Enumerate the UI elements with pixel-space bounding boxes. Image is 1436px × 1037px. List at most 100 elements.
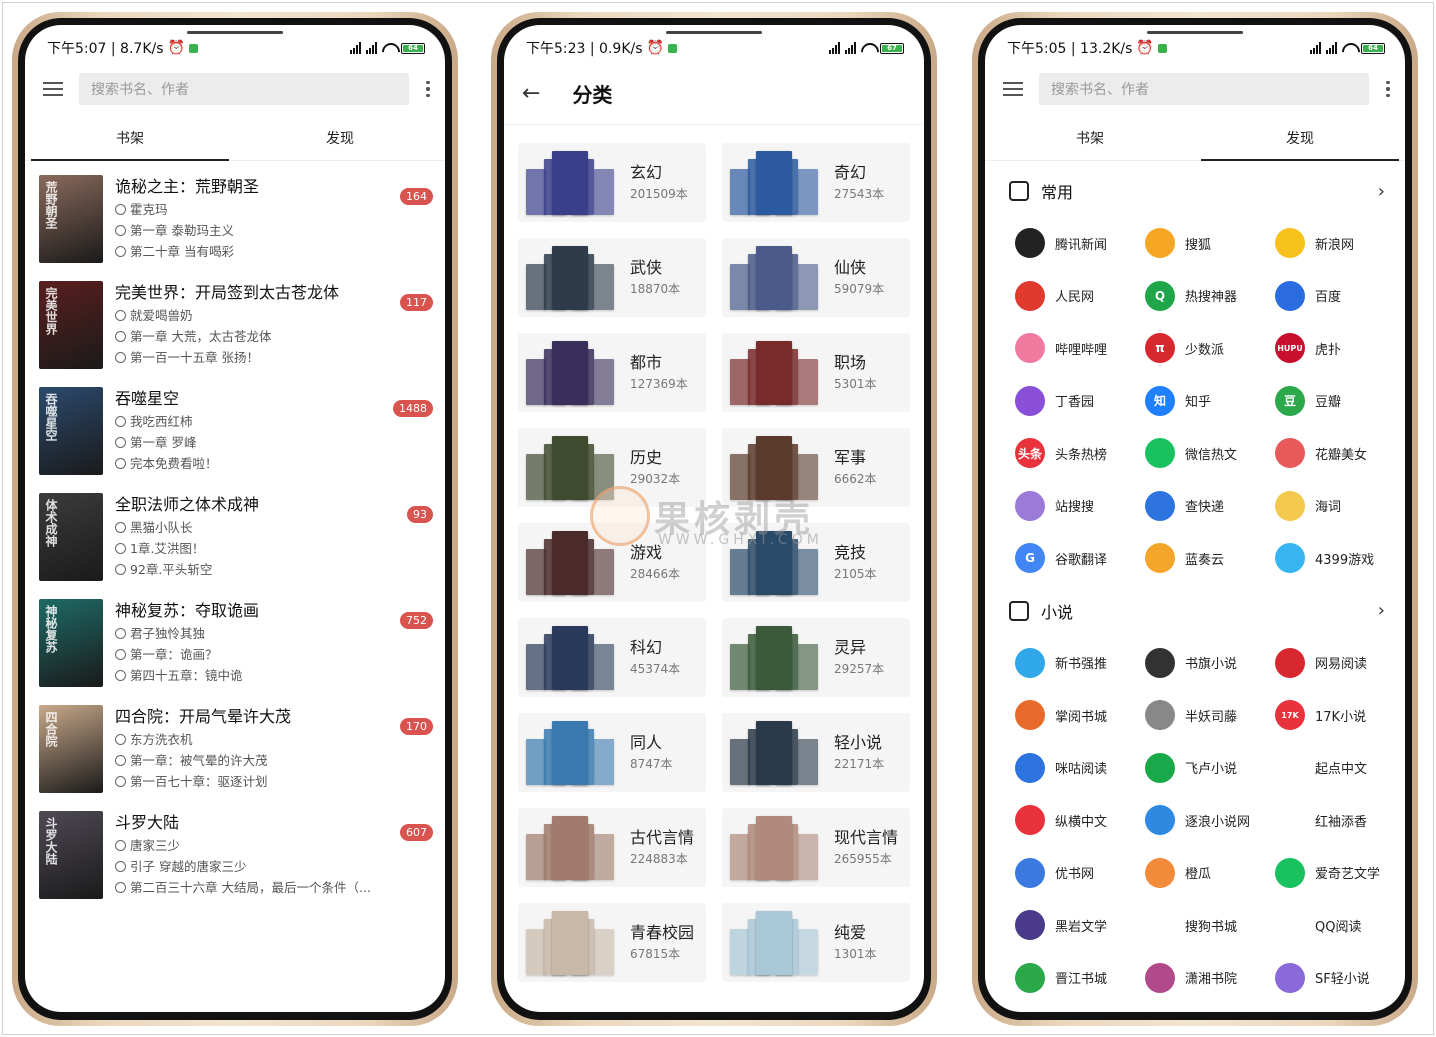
signal-icon-2 — [1326, 42, 1337, 54]
search-input[interactable]: 搜索书名、作者 — [79, 73, 409, 105]
source-item[interactable]: 搜狐 — [1145, 217, 1275, 270]
source-item[interactable]: QQ阅读 — [1275, 899, 1405, 952]
source-item[interactable]: 4399游戏 — [1275, 532, 1405, 585]
category-card[interactable]: 武侠 18870本 — [518, 238, 706, 317]
source-item[interactable]: π 少数派 — [1145, 322, 1275, 375]
source-item[interactable]: 知知乎 — [1145, 375, 1275, 428]
book-title: 神秘复苏：夺取诡画 — [115, 601, 260, 620]
source-item[interactable]: 优书网 — [1015, 847, 1145, 900]
screen-bookshelf: 下午5:07 | 8.7K/s ⏰ 64 搜索书名、作者 书架 发现 荒野朝圣 … — [25, 25, 445, 1012]
search-input[interactable]: 搜索书名、作者 — [1039, 73, 1369, 105]
book-row[interactable]: 荒野朝圣 诡秘之主：荒野朝圣 霍克玛 第一章 泰勒玛主义 第二十章 当有喝彩 164 — [25, 165, 445, 271]
category-card[interactable]: 现代言情 265955本 — [722, 808, 910, 887]
source-item[interactable]: 查快递 — [1145, 480, 1275, 533]
category-cover-stack — [526, 910, 614, 975]
source-item[interactable]: SF轻小说 — [1275, 952, 1405, 1005]
source-item[interactable]: 微信热文 — [1145, 427, 1275, 480]
source-logo-icon — [1145, 700, 1175, 731]
source-item[interactable]: 海词 — [1275, 480, 1405, 533]
menu-icon[interactable] — [43, 82, 63, 96]
source-item[interactable]: 咪咕阅读 — [1015, 742, 1145, 795]
category-card[interactable]: 奇幻 27543本 — [722, 143, 910, 222]
source-item[interactable]: 新浪网 — [1275, 217, 1405, 270]
book-row[interactable]: 斗罗大陆 斗罗大陆 唐家三少 引子 穿越的唐家三少 第二百三十六章 大结局，最后一个条件… — [25, 801, 445, 907]
source-item[interactable]: G 谷歌翻译 — [1015, 532, 1145, 585]
source-item[interactable]: 腾讯新闻 — [1015, 217, 1145, 270]
category-card[interactable]: 竞技 2105本 — [722, 523, 910, 602]
book-row[interactable]: 完美世界 完美世界：开局签到太古苍龙体 就爱喝兽奶 第一章 大荒，太古苍龙体 第一百一十… — [25, 271, 445, 377]
source-item[interactable]: 蓝奏云 — [1145, 532, 1275, 585]
source-item[interactable]: 半妖司藤 — [1145, 689, 1275, 742]
source-item[interactable]: 爱奇艺文学 — [1275, 847, 1405, 900]
category-text: 纯爱 1301本 — [834, 923, 877, 963]
source-item[interactable]: 丁香园 — [1015, 375, 1145, 428]
category-card[interactable]: 同人 8747本 — [518, 713, 706, 792]
source-item[interactable]: 花瓣美女 — [1275, 427, 1405, 480]
category-name: 灵异 — [834, 637, 867, 657]
source-name: 半妖司藤 — [1185, 709, 1238, 725]
category-card[interactable]: 军事 6662本 — [722, 428, 910, 507]
book-cover-thumb — [526, 263, 546, 310]
category-card[interactable]: 古代言情 224883本 — [518, 808, 706, 887]
source-item[interactable]: 百度 — [1275, 270, 1405, 323]
source-item[interactable]: 红袖添香 — [1275, 794, 1405, 847]
source-item[interactable]: 潇湘书院 — [1145, 952, 1275, 1005]
category-card[interactable]: 历史 29032本 — [518, 428, 706, 507]
source-item[interactable]: 飞卢小说 — [1145, 742, 1275, 795]
more-options-icon[interactable] — [425, 80, 431, 98]
category-card[interactable]: 青春校园 67815本 — [518, 903, 706, 982]
menu-icon[interactable] — [1003, 82, 1023, 96]
tab-bookshelf[interactable]: 书架 — [25, 115, 235, 161]
category-card[interactable]: 轻小说 22171本 — [722, 713, 910, 792]
book-row[interactable]: 体术成神 全职法师之体术成神 黑猫小队长 1章.艾洪图！ 92章.平头斩空 93 — [25, 483, 445, 589]
source-item[interactable]: Q 热搜神器 — [1145, 270, 1275, 323]
source-item[interactable]: 纵横中文 — [1015, 794, 1145, 847]
book-latest: 第二十章 当有喝彩 — [115, 241, 433, 262]
source-item[interactable]: 头条 头条热榜 — [1015, 427, 1145, 480]
source-item[interactable]: 豆豆瓣 — [1275, 375, 1405, 428]
category-card[interactable]: 都市 127369本 — [518, 333, 706, 412]
tab-discover[interactable]: 发现 — [235, 115, 445, 160]
book-row[interactable]: 吞噬星空 吞噬星空 我吃西红柿 第一章 罗峰 完本免费看啦！ 1488 — [25, 377, 445, 483]
source-item[interactable]: 橙瓜 — [1145, 847, 1275, 900]
source-item[interactable]: 人民网 — [1015, 270, 1145, 323]
category-card[interactable]: 游戏 28466本 — [518, 523, 706, 602]
book-latest: 第四十五章：镜中诡 — [115, 665, 433, 686]
book-cover-thumb — [756, 910, 792, 975]
source-item[interactable]: 新书强推 — [1015, 637, 1145, 690]
source-item[interactable]: 站搜搜 — [1015, 480, 1145, 533]
author-icon — [115, 734, 126, 745]
tab-bookshelf[interactable]: 书架 — [985, 115, 1195, 160]
source-item[interactable]: 17K 17K小说 — [1275, 689, 1405, 742]
source-item[interactable]: 搜狗书城 — [1145, 899, 1275, 952]
category-card[interactable]: 科幻 45374本 — [518, 618, 706, 697]
source-item[interactable]: 网易阅读 — [1275, 637, 1405, 690]
section-header[interactable]: 常用 › — [985, 165, 1405, 217]
source-item[interactable]: 起点中文 — [1275, 742, 1405, 795]
source-item[interactable]: 黑岩文学 — [1015, 899, 1145, 952]
chevron-right-icon[interactable]: › — [1378, 600, 1385, 621]
category-card[interactable]: 玄幻 201509本 — [518, 143, 706, 222]
book-info: 四合院：开局气晕许大茂 东方洗衣机 第一章：被气晕的许大茂 第一百七十章：驱逐计划 — [115, 705, 433, 801]
source-item[interactable]: 哔哩哔哩 — [1015, 322, 1145, 375]
source-item[interactable]: 逐浪小说网 — [1145, 794, 1275, 847]
category-card[interactable]: 灵异 29257本 — [722, 618, 910, 697]
status-time: 下午5:05 | 13.2K/s — [1007, 41, 1133, 57]
source-item[interactable]: HUPU 虎扑 — [1275, 322, 1405, 375]
section-header[interactable]: 小说 › — [985, 585, 1405, 637]
back-arrow-icon[interactable]: ← — [522, 81, 540, 106]
category-card[interactable]: 职场 5301本 — [722, 333, 910, 412]
book-row[interactable]: 神秘复苏 神秘复苏：夺取诡画 君子独怜其独 第一章：诡画？ 第四十五章：镜中诡 752 — [25, 589, 445, 695]
phone-bookshelf: 下午5:07 | 8.7K/s ⏰ 64 搜索书名、作者 书架 发现 荒野朝圣 … — [12, 12, 458, 1026]
source-item[interactable]: 书旗小说 — [1145, 637, 1275, 690]
category-card[interactable]: 仙侠 59079本 — [722, 238, 910, 317]
book-row[interactable]: 四合院 四合院：开局气晕许大茂 东方洗衣机 第一章：被气晕的许大茂 第一百七十章：驱逐计… — [25, 695, 445, 801]
book-cover-thumb — [526, 453, 546, 500]
chevron-right-icon[interactable]: › — [1378, 181, 1385, 202]
category-card[interactable]: 纯爱 1301本 — [722, 903, 910, 982]
source-logo-icon — [1015, 857, 1045, 888]
source-item[interactable]: 晋江书城 — [1015, 952, 1145, 1005]
source-item[interactable]: 掌阅书城 — [1015, 689, 1145, 742]
more-options-icon[interactable] — [1385, 80, 1391, 98]
tab-discover[interactable]: 发现 — [1195, 115, 1405, 161]
